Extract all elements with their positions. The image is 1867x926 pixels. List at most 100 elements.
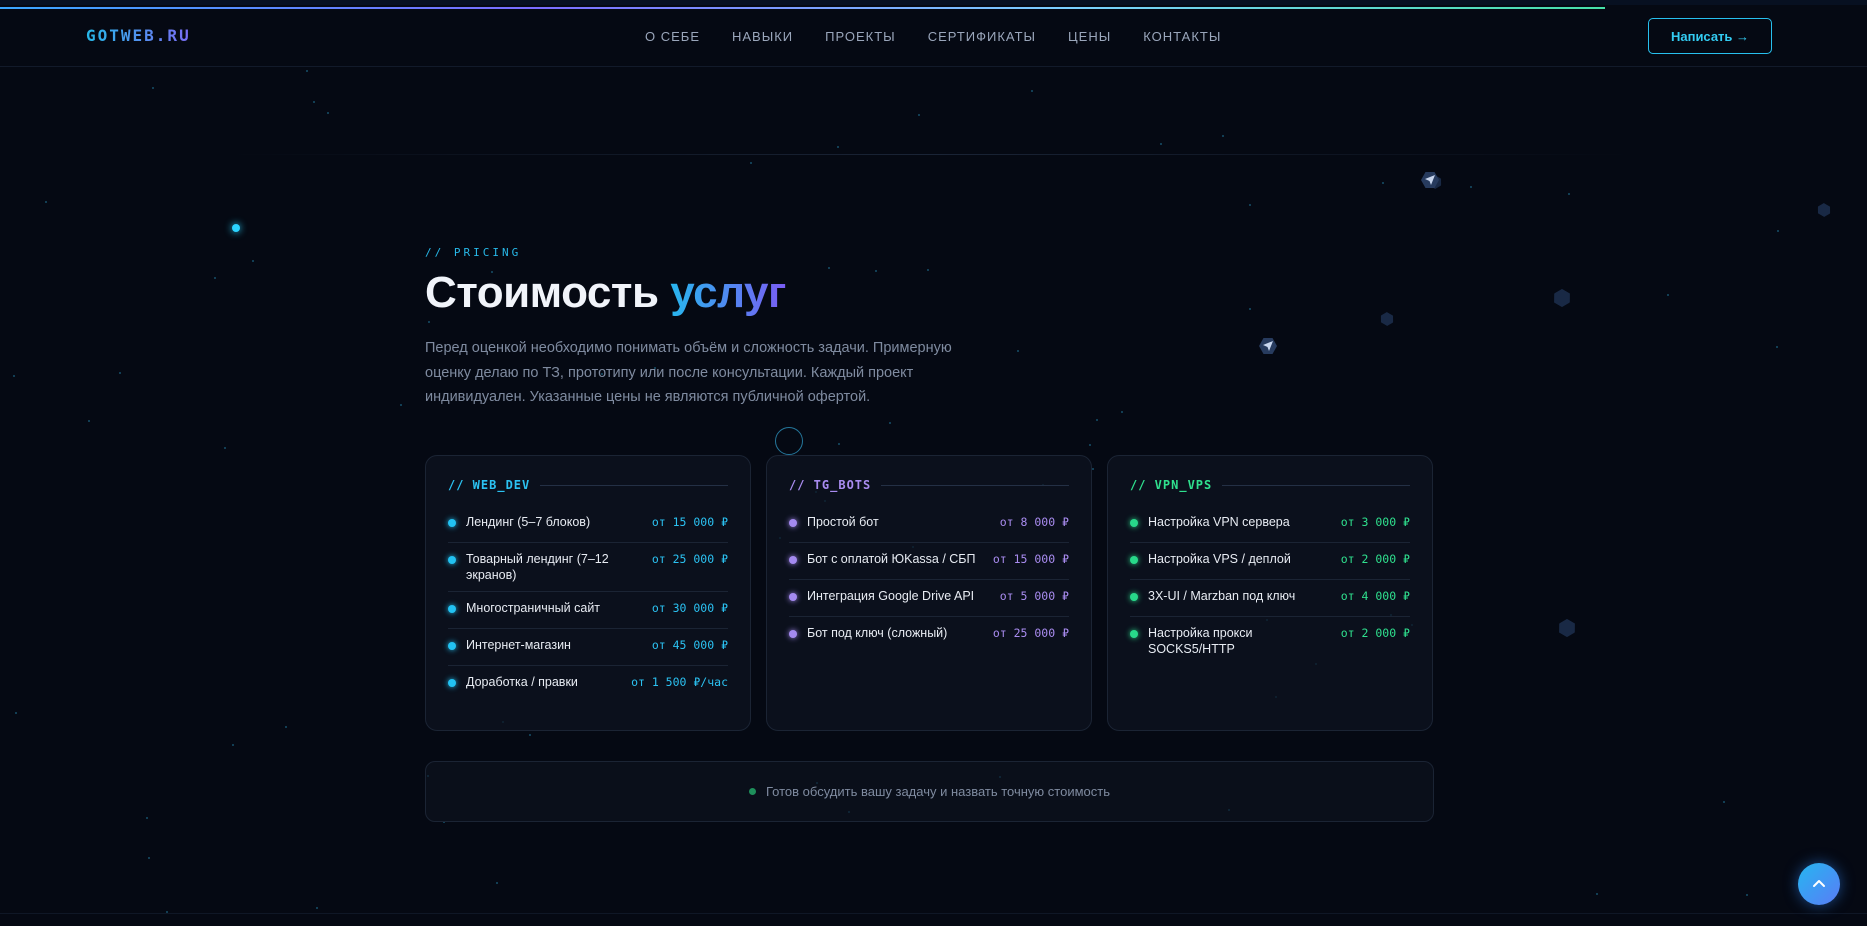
star-decoration (496, 882, 498, 884)
star-decoration (327, 112, 329, 114)
star-decoration (1776, 346, 1778, 348)
star-decoration (1160, 143, 1162, 145)
nav-certificates[interactable]: СЕРТИФИКАТЫ (928, 29, 1036, 44)
service-name: Доработка / правки (466, 675, 578, 689)
title-accent: услуг (670, 268, 786, 317)
bullet-dot (789, 630, 797, 638)
service-name: 3X-UI / Marzban под ключ (1148, 589, 1296, 603)
pricing-intro: Перед оценкой необходимо понимать объём … (425, 340, 952, 405)
star-decoration (1667, 294, 1669, 296)
star-decoration (146, 817, 148, 819)
bullet-dot (1130, 556, 1138, 564)
service-name: Лендинг (5–7 блоков) (466, 515, 591, 529)
price-row: Лендинг (5–7 блоков) от 15 000 ₽ (448, 506, 728, 543)
bullet-dot (1130, 593, 1138, 601)
star-decoration (224, 447, 226, 449)
star-decoration (313, 101, 315, 103)
service-name: Настройка VPN сервера (1148, 515, 1290, 529)
service-name: Товарный лендинг (7–12 экранов) (466, 552, 609, 582)
service-price: от 5 000 ₽ (999, 589, 1069, 603)
price-row: Товарный лендинг (7–12 экранов) от 25 000… (448, 543, 728, 592)
site-logo[interactable]: GOTWEB.RU (86, 26, 191, 45)
card-tag: // WEB_DEV (448, 478, 531, 492)
title-main: Стоимость (425, 268, 659, 317)
cursor-ring-decoration (775, 427, 803, 455)
service-name: Бот с оплатой ЮKassa / СБП (807, 552, 976, 566)
star-decoration (1249, 308, 1251, 310)
price-row: Простой бот от 8 000 ₽ (789, 506, 1069, 543)
price-row: Интеграция Google Drive API от 5 000 ₽ (789, 580, 1069, 617)
service-price: от 8 000 ₽ (999, 515, 1069, 529)
service-name: Бот под ключ (сложный) (807, 626, 948, 640)
bullet-dot (448, 642, 456, 650)
service-price: от 25 000 ₽ (651, 552, 728, 566)
status-dot (749, 788, 756, 795)
bullet-dot (448, 556, 456, 564)
service-price: от 45 000 ₽ (651, 638, 728, 652)
nav-prices[interactable]: ЦЕНЫ (1068, 29, 1111, 44)
cta-text: Готов обсудить вашу задачу и назвать точ… (766, 784, 1110, 799)
service-price: от 3 000 ₽ (1340, 515, 1410, 529)
nav-about[interactable]: О СЕБЕ (645, 29, 700, 44)
section-divider (230, 154, 1630, 155)
gem-decoration (1555, 617, 1579, 640)
service-price: от 1 500 ₽/час (631, 675, 728, 689)
chevron-up-icon (1813, 880, 1825, 887)
service-name: Настройка прокси SOCKS5/HTTP (1148, 626, 1253, 656)
star-decoration (750, 162, 752, 164)
price-row: Доработка / правки от 1 500 ₽/час (448, 666, 728, 702)
scroll-to-top-button[interactable] (1798, 863, 1840, 905)
service-name: Настройка VPS / деплой (1148, 552, 1291, 566)
star-decoration (1096, 419, 1098, 421)
star-decoration (1017, 350, 1019, 352)
star-decoration (214, 277, 216, 279)
card-tag: // TG_BOTS (789, 478, 872, 492)
write-button[interactable]: Написать → (1648, 18, 1772, 54)
star-decoration (875, 270, 877, 272)
pricing-card-tg-bots: // TG_BOTS Простой бот от 8 000 ₽ Бот с о… (766, 455, 1092, 731)
site-header: GOTWEB.RU О СЕБЕ НАВЫКИ ПРОЕКТЫ СЕРТИФИК… (0, 0, 1867, 67)
gem-decoration (1550, 287, 1574, 310)
nav-skills[interactable]: НАВЫКИ (732, 29, 793, 44)
card-tag: // VPN_VPS (1130, 478, 1213, 492)
service-name: Интернет-магазин (466, 638, 571, 652)
service-name: Простой бот (807, 515, 879, 529)
star-decoration (529, 734, 531, 736)
gem-decoration (1378, 310, 1396, 327)
nav-contacts[interactable]: КОНТАКТЫ (1143, 29, 1221, 44)
bullet-dot (789, 593, 797, 601)
star-decoration (1249, 204, 1251, 206)
star-decoration (927, 269, 929, 271)
star-decoration (837, 146, 839, 148)
service-name: Многостраничный сайт (466, 601, 601, 615)
bullet-dot (789, 519, 797, 527)
star-decoration (1723, 801, 1725, 803)
service-price: от 15 000 ₽ (992, 552, 1069, 566)
star-decoration (148, 857, 150, 859)
star-decoration (1222, 135, 1224, 137)
price-row: Бот под ключ (сложный) от 25 000 ₽ (789, 617, 1069, 653)
star-decoration (1596, 893, 1598, 895)
bullet-dot (448, 605, 456, 613)
service-price: от 15 000 ₽ (651, 515, 728, 529)
service-price: от 4 000 ₽ (1340, 589, 1410, 603)
bullet-dot (789, 556, 797, 564)
star-decoration (400, 404, 402, 406)
service-price: от 2 000 ₽ (1340, 626, 1410, 640)
star-decoration (1089, 444, 1091, 446)
star-decoration (252, 260, 254, 262)
star-decoration (1092, 468, 1094, 470)
star-decoration (285, 726, 287, 728)
bullet-dot (1130, 519, 1138, 527)
glow-dot-decoration (232, 224, 240, 232)
price-row: Многостраничный сайт от 30 000 ₽ (448, 592, 728, 629)
star-decoration (45, 201, 47, 203)
star-decoration (1121, 411, 1123, 413)
star-decoration (1746, 894, 1748, 896)
price-row: Бот с оплатой ЮKassa / СБП от 15 000 ₽ (789, 543, 1069, 580)
star-decoration (918, 114, 920, 116)
star-decoration (1470, 186, 1472, 188)
section-eyebrow: // PRICING (425, 246, 522, 259)
nav-projects[interactable]: ПРОЕКТЫ (825, 29, 896, 44)
pricing-cta-panel: Готов обсудить вашу задачу и назвать точ… (425, 761, 1434, 822)
